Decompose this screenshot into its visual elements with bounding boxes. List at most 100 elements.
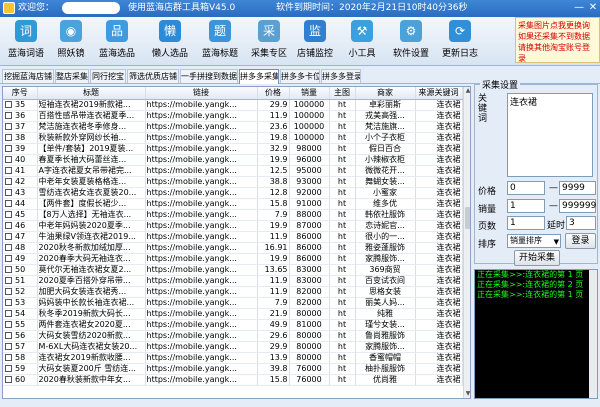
table-row[interactable]: 42 中老年女装夏装格格连... https://mobile.yangk... 38… — [3, 176, 463, 188]
table-row[interactable]: 59 大码女装夏200斤 雪纺连... https://mobile.yangk..… — [3, 363, 463, 375]
table-row[interactable]: 52 加肥大码女装连衣裙秀... https://mobile.yangk... 11… — [3, 286, 463, 298]
row-checkbox[interactable] — [5, 254, 12, 262]
tab-pdd-rank[interactable]: 拼多多卡位 — [280, 69, 320, 83]
toolbar-item-title[interactable]: 题 蓝海标题 — [196, 18, 244, 64]
price-min-input[interactable]: 0 — [507, 181, 545, 195]
toolbar-item-settings[interactable]: ⚙ 软件设置 — [387, 18, 435, 64]
price-max-input[interactable]: 9999 — [559, 181, 596, 195]
table-row[interactable]: 58 连衣裙女2019新款收腰... https://mobile.yangk...… — [3, 352, 463, 364]
table-row[interactable]: 57 M-6XL大码连衣裙女装20... https://mobile.yangk.… — [3, 341, 463, 353]
table-scrollbar[interactable]: ▲ ▼ — [463, 87, 470, 398]
table-row[interactable]: 45 【8万人选择】无袖连衣... https://mobile.yangk... 7… — [3, 209, 463, 221]
log-console[interactable]: 正在采集>>:连衣裙的第 1 页 正在采集>>:连衣裙的第 2 页 正在采集>>… — [474, 269, 598, 399]
login-button[interactable]: 登录 — [565, 233, 596, 249]
tab-peer-dig[interactable]: 同行挖宝 — [90, 69, 126, 83]
row-checkbox[interactable] — [5, 100, 12, 108]
tab-dig-shops[interactable]: 挖掘蓝海店铺 — [2, 69, 54, 83]
table-row[interactable]: 40 春夏季长袖大码蕾丝连... https://mobile.yangk... 19… — [3, 154, 463, 166]
cell-shop: 雅姿蓬服饰 — [355, 242, 416, 254]
sales-max-input[interactable]: 999999 — [559, 199, 596, 213]
table-row[interactable]: 46 中老年妈妈装2020夏季... https://mobile.yangk...… — [3, 220, 463, 232]
tab-whole-shop[interactable]: 整店采集 — [55, 69, 89, 83]
col-header-keyword[interactable]: 来源关键词 — [415, 87, 463, 100]
pages-input[interactable]: 1 — [507, 216, 545, 230]
sort-select[interactable]: 销量排序 ▼ — [507, 234, 561, 248]
table-row[interactable]: 35 短袖连衣裙2019新款裙... https://mobile.yangk...… — [3, 99, 463, 111]
start-collect-button[interactable]: 开始采集 — [514, 250, 560, 266]
tab-filter-shops[interactable]: 筛选优质店铺 — [127, 69, 179, 83]
row-checkbox[interactable] — [5, 210, 12, 218]
row-checkbox[interactable] — [5, 144, 12, 152]
table-row[interactable]: 47 牛油果绿V领连衣裙2019... https://mobile.yangk..… — [3, 231, 463, 243]
row-checkbox[interactable] — [5, 353, 12, 361]
tab-search-data[interactable]: 一手拼搜到数据 — [180, 69, 238, 83]
table-row[interactable]: 41 A字连衣裙夏女吊带裙完... https://mobile.yangk... 1… — [3, 165, 463, 177]
col-header-index[interactable]: 序号 — [3, 87, 38, 100]
table-row[interactable]: 39 【单件/套装】2019夏装... https://mobile.yangk..… — [3, 143, 463, 155]
tab-pdd-login[interactable]: 拼多多登录 — [321, 69, 361, 83]
minimize-button[interactable]: — — [572, 1, 586, 15]
table-row[interactable]: 43 雪纺连衣裙女连衣夏装20... https://mobile.yangk...… — [3, 187, 463, 199]
col-header-title[interactable]: 标题 — [37, 87, 146, 100]
row-checkbox[interactable] — [5, 122, 12, 130]
row-checkbox[interactable] — [5, 320, 12, 328]
col-header-link[interactable]: 链接 — [145, 87, 258, 100]
table-row[interactable]: 56 大码女装雪纺2020新款... https://mobile.yangk...… — [3, 330, 463, 342]
col-header-image[interactable]: 主图 — [329, 87, 356, 100]
toolbar-item-collect-zone[interactable]: 采 采集专区 — [245, 18, 293, 64]
row-checkbox[interactable] — [5, 199, 12, 207]
row-checkbox[interactable] — [5, 265, 12, 273]
row-checkbox[interactable] — [5, 133, 12, 141]
table-row[interactable]: 38 秋装新款外穿网纱长袖... https://mobile.yangk... 19… — [3, 132, 463, 144]
table-row[interactable]: 60 2020春秋装新款中年女... https://mobile.yangk...… — [3, 374, 463, 386]
row-checkbox[interactable] — [5, 364, 12, 372]
sales-min-input[interactable]: 1 — [507, 199, 545, 213]
table-row[interactable]: 54 秋冬季2019新款大码长... https://mobile.yangk...… — [3, 308, 463, 320]
results-table[interactable]: 序号 标题 链接 价格 销量 主图 商家 来源关键词 35 短袖连衣裙2019新款… — [2, 86, 471, 399]
row-checkbox[interactable] — [5, 276, 12, 284]
row-checkbox[interactable] — [5, 342, 12, 350]
row-checkbox[interactable] — [5, 375, 12, 383]
table-row[interactable]: 49 2020春季大码无袖连衣... https://mobile.yangk...… — [3, 253, 463, 265]
row-checkbox[interactable] — [5, 177, 12, 185]
scroll-up-icon[interactable]: ▲ — [464, 87, 470, 95]
close-button[interactable]: ✕ — [586, 1, 600, 15]
row-checkbox[interactable] — [5, 111, 12, 119]
table-row[interactable]: 36 百搭性感吊带连衣裙夏季... https://mobile.yangk... 1… — [3, 110, 463, 122]
table-row[interactable]: 51 2020夏季百搭外穿吊带... https://mobile.yangk...… — [3, 275, 463, 287]
toolbar-item-lazy-select[interactable]: 懒 懒人选品 — [146, 18, 194, 64]
col-header-price[interactable]: 价格 — [257, 87, 290, 100]
cell-image: ht — [329, 198, 356, 210]
cell-sales: 88000 — [289, 209, 330, 221]
table-row[interactable]: 55 两件套连衣裙女2020夏... https://mobile.yangk...… — [3, 319, 463, 331]
table-row[interactable]: 53 妈妈装中长款长袖连衣裙... https://mobile.yangk... 7… — [3, 297, 463, 309]
scroll-down-icon[interactable]: ▼ — [464, 390, 470, 398]
scroll-thumb[interactable] — [465, 207, 470, 229]
tab-pdd-collect[interactable]: 拼多多采集 — [239, 69, 279, 84]
col-header-shop[interactable]: 商家 — [355, 87, 416, 100]
col-header-sales[interactable]: 销量 — [289, 87, 330, 100]
row-checkbox[interactable] — [5, 243, 12, 251]
table-row[interactable]: 44 【两件套】度假长裙少... https://mobile.yangk... 15… — [3, 198, 463, 210]
interval-input[interactable]: 3 — [566, 216, 596, 230]
toolbar-item-product-select[interactable]: 品 蓝海选品 — [93, 18, 141, 64]
toolbar-item-small-tools[interactable]: ⚒ 小工具 — [338, 18, 386, 64]
row-checkbox[interactable] — [5, 188, 12, 196]
table-row[interactable]: 50 莫代尔无袖连衣裙女夏2... https://mobile.yangk... 1… — [3, 264, 463, 276]
row-checkbox[interactable] — [5, 232, 12, 240]
row-checkbox[interactable] — [5, 309, 12, 317]
row-checkbox[interactable] — [5, 298, 12, 306]
row-checkbox[interactable] — [5, 221, 12, 229]
row-checkbox[interactable] — [5, 155, 12, 163]
log-scrollbar[interactable] — [589, 270, 597, 398]
table-row[interactable]: 37 梵洁施连衣裙冬季修身... https://mobile.yangk... 23… — [3, 121, 463, 133]
keyword-textarea[interactable]: 连衣裙 — [507, 93, 593, 177]
row-checkbox[interactable] — [5, 287, 12, 295]
toolbar-item-update-log[interactable]: ⟳ 更新日志 — [436, 18, 484, 64]
row-checkbox[interactable] — [5, 166, 12, 174]
toolbar-item-shop-monitor[interactable]: 监 店铺监控 — [291, 18, 339, 64]
table-row[interactable]: 48 2020秋冬新款加绒加厚... https://mobile.yangk...… — [3, 242, 463, 254]
notice-box[interactable]: 采集图片点我更换询如果还采集不到数据请换其他淘宝账号登录 — [515, 17, 600, 63]
row-checkbox[interactable] — [5, 331, 12, 339]
toolbar-item-mirror[interactable]: ◉ 照妖镜 — [47, 18, 95, 64]
